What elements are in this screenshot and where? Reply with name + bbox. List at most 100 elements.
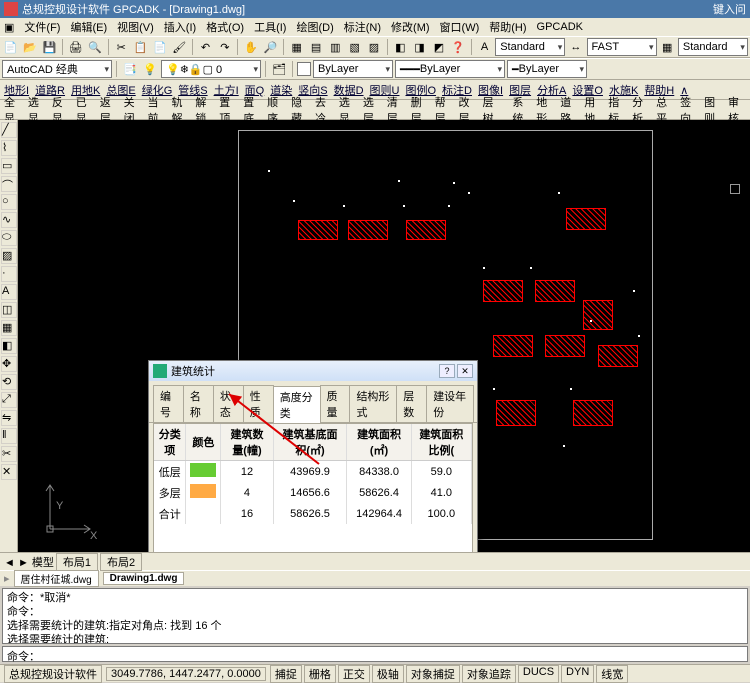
tool-e-icon[interactable]: ▨	[365, 38, 382, 56]
dialog-tab[interactable]: 结构形式	[349, 385, 397, 422]
menu-help[interactable]: 帮助(H)	[489, 19, 526, 35]
text-icon[interactable]: A	[1, 284, 17, 300]
status-toggle[interactable]: 对象追踪	[462, 665, 516, 683]
move-icon[interactable]: ✥	[1, 356, 17, 372]
command-input[interactable]: 命令：	[2, 646, 748, 662]
building[interactable]	[298, 220, 338, 240]
dialog-tab[interactable]: 层数	[396, 385, 427, 422]
hatch-icon[interactable]: ▨	[1, 248, 17, 264]
dimstyle-icon[interactable]: ↔	[567, 38, 584, 56]
tool-d-icon[interactable]: ▧	[346, 38, 363, 56]
menu-format[interactable]: 格式(O)	[206, 19, 244, 35]
layerstate-icon[interactable]: 🗂	[270, 60, 288, 78]
cut-icon[interactable]: ✂	[113, 38, 130, 56]
dialog-tab[interactable]: 编号	[153, 385, 184, 422]
new-icon[interactable]: 📄	[2, 38, 19, 56]
menu-draw[interactable]: 绘图(D)	[296, 19, 333, 35]
tablestyle-combo[interactable]: Standard	[678, 38, 748, 56]
building[interactable]	[535, 280, 575, 302]
status-toggle[interactable]: 捕捉	[270, 665, 302, 683]
dialog-titlebar[interactable]: 建筑统计 ? ✕	[149, 361, 477, 381]
undo-icon[interactable]: ↶	[197, 38, 214, 56]
building[interactable]	[598, 345, 638, 367]
preview-icon[interactable]: 🔍	[86, 38, 103, 56]
workspace-combo[interactable]: AutoCAD 经典	[2, 60, 112, 78]
region-icon[interactable]: ◧	[1, 338, 17, 354]
building[interactable]	[348, 220, 388, 240]
help-button[interactable]: ?	[439, 364, 455, 378]
table-icon[interactable]: ▦	[1, 320, 17, 336]
layout1-tab[interactable]: 布局1	[56, 553, 98, 571]
dialog-tab[interactable]: 建设年份	[426, 385, 474, 422]
tool-f-icon[interactable]: ◧	[392, 38, 409, 56]
status-toggle[interactable]: 线宽	[596, 665, 628, 683]
sheet-nav[interactable]: ◄ ► 模型	[4, 554, 54, 570]
building[interactable]	[483, 280, 523, 302]
building[interactable]	[406, 220, 446, 240]
zoom-icon[interactable]: 🔎	[262, 38, 279, 56]
table-row[interactable]: 多层414656.658626.441.0	[154, 482, 472, 503]
polyline-icon[interactable]: ⌇	[1, 140, 17, 156]
open-icon[interactable]: 📂	[21, 38, 38, 56]
tablestyle-icon[interactable]: ▦	[659, 38, 676, 56]
rect-icon[interactable]: ▭	[1, 158, 17, 174]
erase-icon[interactable]: ✕	[1, 464, 17, 480]
doc-tab-1[interactable]: 居住村征城.dwg	[14, 570, 99, 587]
command-window[interactable]: 命令：*取消* 命令： 选择需要统计的建筑:指定对角点: 找到 16 个 选择需…	[2, 588, 748, 644]
building[interactable]	[493, 335, 533, 357]
scale-icon[interactable]: ⤢	[1, 392, 17, 408]
spline-icon[interactable]: ∿	[1, 212, 17, 228]
status-toggle[interactable]: 正交	[338, 665, 370, 683]
status-toggle[interactable]: 极轴	[372, 665, 404, 683]
status-toggle[interactable]: DUCS	[518, 665, 559, 683]
menu-modify[interactable]: 修改(M)	[391, 19, 430, 35]
color-swatch[interactable]	[297, 62, 311, 76]
save-icon[interactable]: 💾	[41, 38, 58, 56]
copy-icon[interactable]: 📋	[132, 38, 149, 56]
color-combo[interactable]: ByLayer	[313, 60, 393, 78]
menu-gpcadk[interactable]: GPCADK	[537, 21, 583, 33]
menu-view[interactable]: 视图(V)	[117, 19, 154, 35]
building[interactable]	[545, 335, 585, 357]
help-icon[interactable]: ❓	[450, 38, 467, 56]
menu-file[interactable]: 文件(F)	[24, 19, 60, 35]
pan-icon[interactable]: ✋	[242, 38, 259, 56]
tool-c-icon[interactable]: ▥	[327, 38, 344, 56]
menu-window[interactable]: 窗口(W)	[440, 19, 480, 35]
linetype-combo[interactable]: ━━━ ByLayer	[395, 60, 505, 78]
building[interactable]	[583, 300, 613, 330]
tool-g-icon[interactable]: ◨	[411, 38, 428, 56]
mirror-icon[interactable]: ⇋	[1, 410, 17, 426]
status-toggle[interactable]: 对象捕捉	[406, 665, 460, 683]
layerprops-icon[interactable]: 📑	[121, 60, 139, 78]
matchprop-icon[interactable]: 🖌	[171, 38, 188, 56]
tool-b-icon[interactable]: ▤	[307, 38, 324, 56]
textstyle-icon[interactable]: A	[476, 38, 493, 56]
point-icon[interactable]: ·	[1, 266, 17, 282]
drawing-canvas[interactable]: YX 建筑统计 ? ✕ 编号名称状态性质高度分类质量结构形式层数建设年份 分类项…	[18, 120, 750, 552]
status-toggle[interactable]: DYN	[561, 665, 594, 683]
tool-h-icon[interactable]: ◩	[430, 38, 447, 56]
building[interactable]	[496, 400, 536, 426]
building[interactable]	[573, 400, 613, 426]
lineweight-combo[interactable]: ━ ByLayer	[507, 60, 587, 78]
rotate-icon[interactable]: ⟲	[1, 374, 17, 390]
dimstyle-combo[interactable]: FAST	[587, 38, 657, 56]
textstyle-combo[interactable]: Standard	[495, 38, 565, 56]
circle-icon[interactable]: ○	[1, 194, 17, 210]
paste-icon[interactable]: 📄	[151, 38, 168, 56]
building[interactable]	[566, 208, 606, 230]
print-icon[interactable]: 🖨	[67, 38, 84, 56]
menu-tools[interactable]: 工具(I)	[254, 19, 286, 35]
arc-icon[interactable]: ⌒	[1, 176, 17, 192]
table-row[interactable]: 合计1658626.5142964.4100.0	[154, 503, 472, 524]
tool-a-icon[interactable]: ▦	[288, 38, 305, 56]
menu-edit[interactable]: 编辑(E)	[70, 19, 107, 35]
menu-insert[interactable]: 插入(I)	[164, 19, 196, 35]
layeron-icon[interactable]: 💡	[141, 60, 159, 78]
layout2-tab[interactable]: 布局2	[100, 553, 142, 571]
doc-tab-2[interactable]: Drawing1.dwg	[103, 572, 185, 585]
ellipse-icon[interactable]: ⬭	[1, 230, 17, 246]
redo-icon[interactable]: ↷	[216, 38, 233, 56]
status-toggle[interactable]: 栅格	[304, 665, 336, 683]
